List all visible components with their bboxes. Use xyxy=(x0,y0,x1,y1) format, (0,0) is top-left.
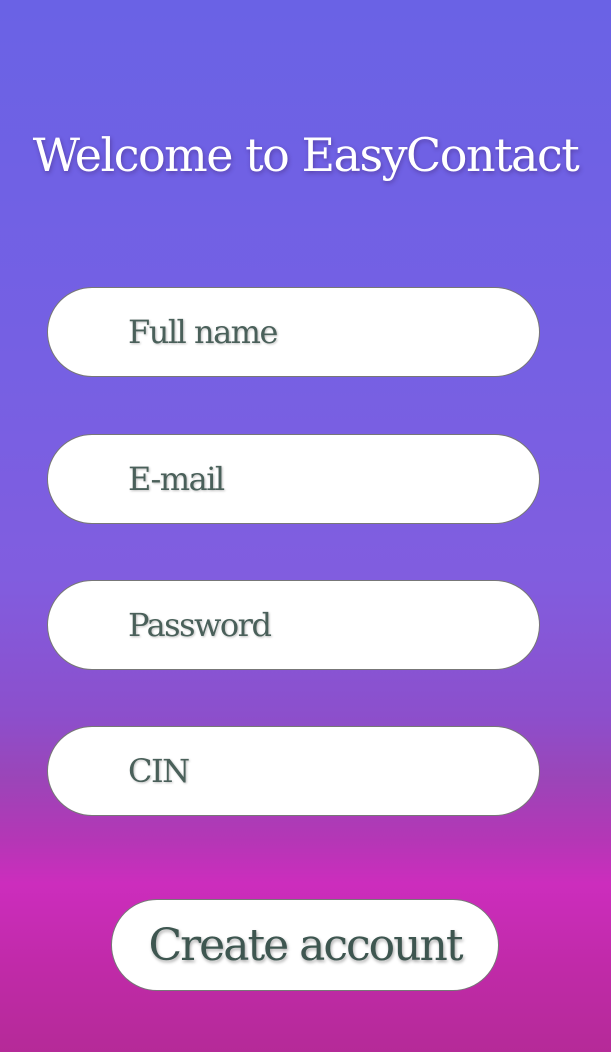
page-title: Welcome to EasyContact xyxy=(32,128,580,182)
email-field[interactable] xyxy=(47,434,540,524)
create-account-button[interactable]: Create account xyxy=(111,899,499,991)
cin-field[interactable] xyxy=(47,726,540,816)
full-name-field[interactable] xyxy=(47,287,540,377)
password-field[interactable] xyxy=(47,580,540,670)
